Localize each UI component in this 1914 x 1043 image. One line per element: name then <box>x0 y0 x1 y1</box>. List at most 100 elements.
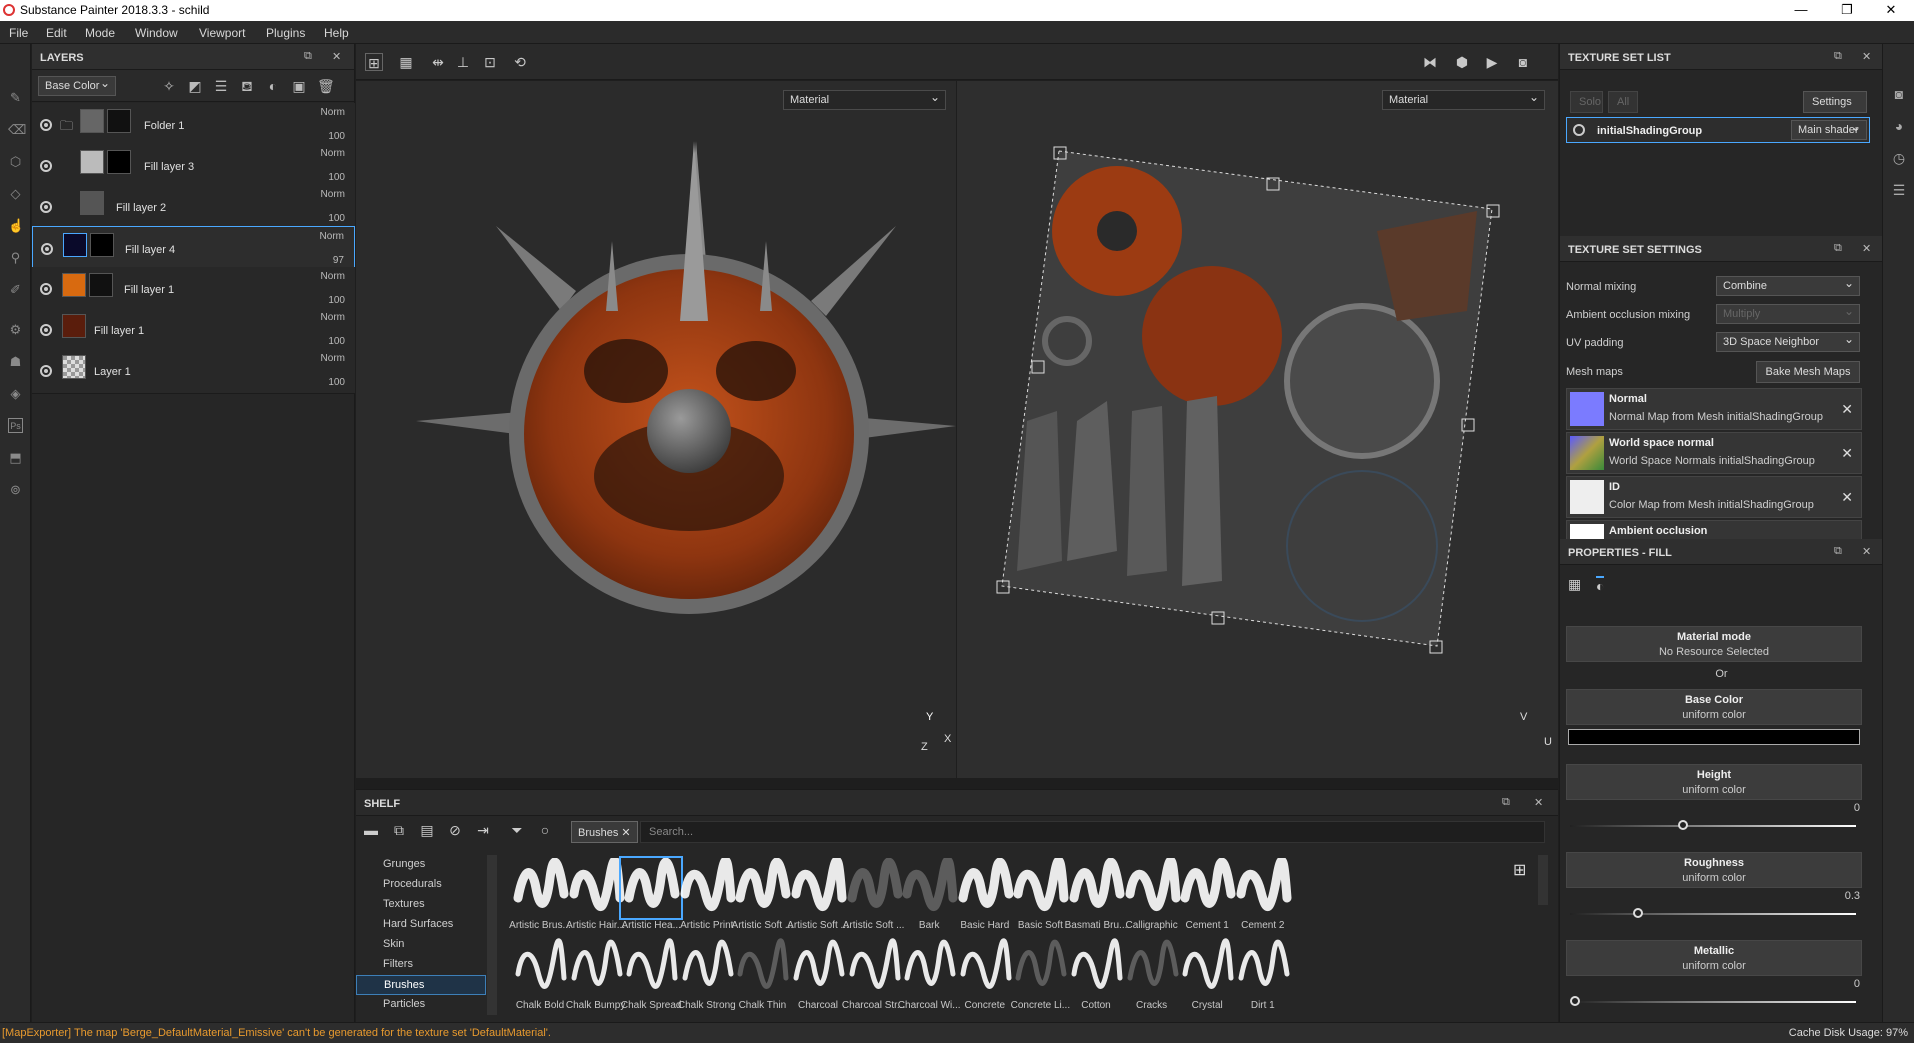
history-icon[interactable]: ⟲ <box>511 53 529 71</box>
all-button[interactable]: All <box>1608 91 1638 113</box>
menu-mode[interactable]: Mode <box>85 26 115 40</box>
undock-icon[interactable]: ⧉ <box>1834 545 1842 558</box>
blend-mode-select[interactable]: Norm <box>321 189 345 200</box>
category-scrollbar[interactable] <box>487 855 497 1015</box>
opacity-select[interactable]: 100 <box>328 377 345 388</box>
viewport-mode-icon[interactable]: ⊞ <box>365 53 383 71</box>
metallic-slider[interactable] <box>1570 996 1856 1006</box>
layer-row-selected[interactable]: Fill layer 4 Norm 97 <box>32 226 355 271</box>
mesh-map-normal[interactable]: Normal Normal Map from Mesh initialShadi… <box>1566 388 1862 430</box>
opacity-select[interactable]: 100 <box>328 295 345 306</box>
blend-mode-select[interactable]: Norm <box>321 271 345 282</box>
minimize-button[interactable]: — <box>1778 0 1824 21</box>
plugin-icon[interactable]: ⊚ <box>8 482 23 497</box>
save-icon[interactable]: ▤ <box>418 822 436 840</box>
menu-file[interactable]: File <box>9 26 28 40</box>
layer-row[interactable]: 🗀 Folder 1 Norm 100 <box>32 103 355 148</box>
filter-icon[interactable]: ⏷ <box>508 822 526 840</box>
menu-window[interactable]: Window <box>135 26 178 40</box>
menu-plugins[interactable]: Plugins <box>266 26 305 40</box>
channel-select[interactable]: Base Color <box>38 76 116 96</box>
menu-viewport[interactable]: Viewport <box>199 26 245 40</box>
base-color-swatch[interactable] <box>1568 729 1860 745</box>
undock-icon[interactable]: ⧉ <box>304 50 312 63</box>
opacity-select[interactable]: 100 <box>328 172 345 183</box>
remove-map-icon[interactable]: ✕ <box>1841 401 1853 418</box>
paint-brush-icon[interactable]: ✎ <box>8 90 23 105</box>
grid-icon[interactable]: ▦ <box>397 53 415 71</box>
metallic-group[interactable]: Metallic uniform color <box>1566 940 1862 976</box>
metallic-value[interactable]: 0 <box>1854 978 1860 990</box>
height-value[interactable]: 0 <box>1854 802 1860 814</box>
brush-item[interactable]: Cement 2 <box>1230 856 1296 936</box>
category-grunges[interactable]: Grunges <box>356 855 486 875</box>
opacity-select[interactable]: 97 <box>333 255 344 266</box>
slider-knob[interactable] <box>1570 996 1580 1006</box>
opacity-select[interactable]: 100 <box>328 336 345 347</box>
close-button[interactable]: ✕ <box>1868 0 1914 21</box>
layer-row[interactable]: Fill layer 1 Norm 100 <box>32 308 355 353</box>
roughness-value[interactable]: 0.3 <box>1845 890 1860 902</box>
roughness-slider[interactable] <box>1570 908 1856 918</box>
uv-padding-select[interactable]: 3D Space Neighbor <box>1716 332 1860 352</box>
base-color-group[interactable]: Base Color uniform color <box>1566 689 1862 725</box>
layer-row[interactable]: Fill layer 1 Norm 100 <box>32 267 355 312</box>
export-icon[interactable]: ⬒ <box>8 450 23 465</box>
align-icon[interactable]: ⊥ <box>454 53 472 71</box>
hide-icon[interactable]: ⊘ <box>446 822 464 840</box>
category-brushes[interactable]: Brushes <box>356 975 486 995</box>
cube-view-icon[interactable]: ⬢ <box>1453 53 1471 71</box>
blend-mode-select[interactable]: Norm <box>321 353 345 364</box>
visibility-eye-icon[interactable] <box>40 201 52 213</box>
history-icon[interactable]: ◷ <box>1891 150 1907 166</box>
menu-edit[interactable]: Edit <box>46 26 67 40</box>
reset-filter-icon[interactable]: ○ <box>536 822 554 840</box>
remove-chip-icon[interactable]: ✕ <box>621 827 630 839</box>
frame-icon[interactable]: ⊡ <box>481 53 499 71</box>
layer-row[interactable]: Fill layer 3 Norm 100 <box>32 144 355 189</box>
menu-help[interactable]: Help <box>324 26 349 40</box>
grid-view-icon[interactable]: ⊞ <box>1513 860 1526 880</box>
solo-button[interactable]: Solo <box>1570 91 1603 113</box>
split-view-icon[interactable]: ⧓ <box>1421 53 1439 71</box>
close-panel-icon[interactable]: ✕ <box>1862 545 1871 558</box>
brush-scrollbar[interactable] <box>1538 855 1548 905</box>
fill-properties-icon[interactable]: ▦ <box>1568 576 1581 593</box>
color-picker-icon[interactable]: ✐ <box>8 282 23 297</box>
remove-map-icon[interactable]: ✕ <box>1841 489 1853 506</box>
close-panel-icon[interactable]: ✕ <box>1862 242 1871 255</box>
category-procedurals[interactable]: Procedurals <box>356 875 486 895</box>
camera-icon[interactable]: ◙ <box>1891 86 1907 102</box>
blend-mode-select[interactable]: Norm <box>321 312 345 323</box>
blend-mode-select[interactable]: Norm <box>320 231 344 242</box>
delete-layer-icon[interactable]: 🗑 <box>317 78 335 94</box>
mesh-map-world-space-normal[interactable]: World space normal World Space Normals i… <box>1566 432 1862 474</box>
eraser-icon[interactable]: ⌫ <box>8 122 26 137</box>
slider-knob[interactable] <box>1633 908 1644 918</box>
blend-mode-select[interactable]: Norm <box>321 107 345 118</box>
camera-video-icon[interactable]: ▶ <box>1483 53 1501 71</box>
category-filters[interactable]: Filters <box>356 955 486 975</box>
close-panel-icon[interactable]: ✕ <box>1534 796 1543 809</box>
undock-icon[interactable]: ⧉ <box>1834 242 1842 255</box>
material-mode-group[interactable]: Material mode No Resource Selected <box>1566 626 1862 662</box>
slider-knob[interactable] <box>1677 820 1688 830</box>
folder-icon[interactable]: ▬ <box>362 822 380 840</box>
shader-select[interactable]: Main shader <box>1791 120 1867 140</box>
screenshot-camera-icon[interactable]: ◙ <box>1514 53 1532 71</box>
projection-icon[interactable]: ⬡ <box>8 154 23 169</box>
bake-icon[interactable]: ☗ <box>8 354 23 369</box>
close-panel-icon[interactable]: ✕ <box>1862 50 1871 63</box>
roughness-group[interactable]: Roughness uniform color <box>1566 852 1862 888</box>
category-textures[interactable]: Textures <box>356 895 486 915</box>
opacity-select[interactable]: 100 <box>328 213 345 224</box>
viewport-2d[interactable]: Material V U <box>957 81 1558 778</box>
visibility-eye-icon[interactable] <box>40 119 52 131</box>
visibility-eye-icon[interactable] <box>40 324 52 336</box>
visibility-eye-icon[interactable] <box>1573 124 1585 136</box>
settings-gear-icon[interactable]: ⚙ <box>8 322 23 337</box>
add-mask-icon[interactable]: ◩ <box>187 78 203 94</box>
effects-icon[interactable]: ✧ <box>161 78 177 94</box>
visibility-eye-icon[interactable] <box>41 243 53 255</box>
import-icon[interactable]: ⇥ <box>474 822 492 840</box>
